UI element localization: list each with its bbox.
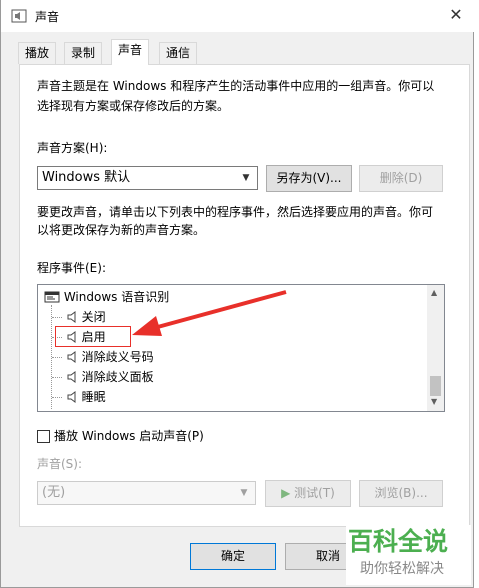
event-label: 消除歧义号码 xyxy=(81,350,154,364)
speaker-icon xyxy=(67,311,76,323)
play-icon: ▶ xyxy=(281,486,291,500)
chevron-down-icon[interactable]: ▼ xyxy=(431,397,437,406)
tab-communications[interactable]: 通信 xyxy=(159,42,198,64)
watermark-tagline: 助你轻松解决 xyxy=(360,561,444,577)
chevron-up-icon[interactable]: ▲ xyxy=(431,288,437,297)
event-label: 关闭 xyxy=(81,310,106,324)
list-item[interactable]: 消除歧义号码 xyxy=(52,347,154,367)
scheme-select[interactable]: Windows 默认 ▼ xyxy=(37,166,258,190)
list-scrollbar[interactable]: ▲ ▼ xyxy=(427,285,444,411)
delete-button[interactable]: 删除(D) xyxy=(359,165,443,192)
highlight-box xyxy=(55,326,131,347)
scheme-label: 声音方案(H): xyxy=(37,141,108,155)
sound-dialog: 声音 ✕ 播放 录制 声音 通信 声音主题是在 Windows 和程序产生的活动… xyxy=(0,0,475,588)
ok-button[interactable]: 确定 xyxy=(190,543,276,570)
list-item[interactable]: 睡眠 xyxy=(52,387,106,407)
startup-sound-checkbox[interactable] xyxy=(37,430,50,443)
test-button[interactable]: ▶ 测试(T) xyxy=(265,480,351,507)
watermark-brand: 百科全说 xyxy=(348,527,449,556)
title-bar: 声音 ✕ xyxy=(1,0,475,32)
browse-button[interactable]: 浏览(B)... xyxy=(359,480,443,507)
description-line-1: 声音主题是在 Windows 和程序产生的活动事件中应用的一组声音。你可以 xyxy=(37,79,435,93)
event-label: 睡眠 xyxy=(81,390,106,404)
save-as-button[interactable]: 另存为(V)... xyxy=(266,165,352,192)
annotation-arrow-icon xyxy=(132,290,287,336)
sound-value: (无) xyxy=(42,485,66,500)
speaker-icon xyxy=(67,391,76,403)
sound-label: 声音(S): xyxy=(37,457,83,471)
watermark: 百科全说 助你轻松解决 xyxy=(346,525,471,585)
scheme-value: Windows 默认 xyxy=(42,170,131,185)
startup-sound-label[interactable]: 播放 Windows 启动声音(P) xyxy=(54,426,204,447)
scrollbar-thumb[interactable] xyxy=(430,376,441,396)
event-label: 消除歧义面板 xyxy=(81,370,154,384)
speaker-icon xyxy=(67,371,76,383)
tab-recording[interactable]: 录制 xyxy=(64,42,103,64)
chevron-down-icon: ▼ xyxy=(240,488,248,498)
test-label: 测试(T) xyxy=(294,486,335,500)
events-label: 程序事件(E): xyxy=(37,261,106,275)
speaker-icon xyxy=(67,351,76,363)
instructions-line-2: 以将更改保存为新的声音方案。 xyxy=(37,223,206,237)
chevron-down-icon: ▼ xyxy=(242,173,250,183)
window-icon xyxy=(44,291,60,303)
speaker-icon xyxy=(11,9,27,23)
list-item[interactable]: 消除歧义面板 xyxy=(52,367,154,387)
tab-sounds[interactable]: 声音 xyxy=(111,39,150,65)
list-item[interactable]: 关闭 xyxy=(52,307,106,327)
tab-playback[interactable]: 播放 xyxy=(18,42,57,64)
sound-select[interactable]: (无) ▼ xyxy=(37,481,256,505)
description-line-2: 选择现有方案或保存修改后的方案。 xyxy=(37,99,230,113)
close-button[interactable]: ✕ xyxy=(443,4,469,26)
window-title: 声音 xyxy=(35,10,60,24)
